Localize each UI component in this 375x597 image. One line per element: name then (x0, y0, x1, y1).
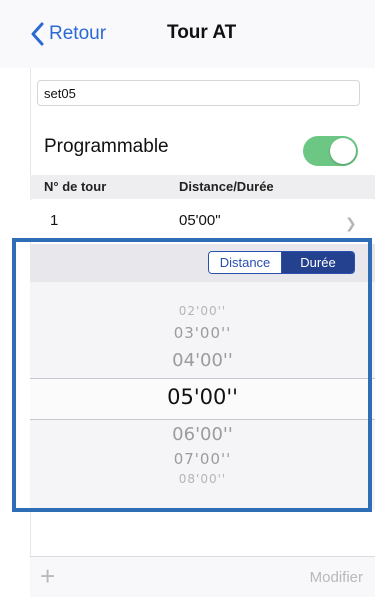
wheel-item-selected[interactable]: 05'00'' (30, 385, 375, 409)
back-button[interactable]: Retour (30, 20, 106, 48)
programmable-toggle[interactable] (303, 136, 358, 166)
column-header-lap-number: N° de tour (44, 179, 107, 194)
wheel-item[interactable]: 08'00'' (30, 472, 375, 486)
screen: Retour Tour AT Programmable N° de tour D… (0, 0, 375, 597)
chevron-right-icon: ❯ (345, 215, 357, 231)
column-header-distance-duration: Distance/Durée (179, 179, 274, 194)
segment-distance[interactable]: Distance (209, 252, 282, 273)
wheel-item[interactable]: 03'00'' (30, 324, 375, 342)
lap-number: 1 (50, 212, 59, 229)
page-title: Tour AT (167, 22, 237, 43)
navigation-bar: Retour Tour AT (0, 0, 375, 68)
duration-wheel[interactable]: 02'00'' 03'00'' 04'00'' 05'00'' 06'00'' … (30, 282, 375, 510)
wheel-item[interactable]: 06'00'' (30, 424, 375, 445)
mode-segmented-control: Distance Durée (208, 251, 355, 274)
picker-toolbar: Distance Durée (30, 244, 375, 282)
programmable-label: Programmable (44, 136, 169, 157)
back-button-label: Retour (49, 23, 107, 44)
plus-icon[interactable]: + (40, 563, 55, 589)
wheel-item[interactable]: 07'00'' (30, 450, 375, 468)
table-header: N° de tour Distance/Durée (30, 175, 375, 199)
table-row[interactable]: 1 05'00" ❯ (30, 200, 375, 242)
workout-name-field[interactable] (37, 80, 360, 106)
modify-button[interactable]: Modifier (310, 569, 363, 586)
duration-picker-panel: Distance Durée 02'00'' 03'00'' 04'00'' 0… (30, 244, 375, 510)
toggle-knob (330, 138, 356, 164)
lap-value: 05'00" (179, 212, 221, 229)
bottom-toolbar: + Modifier (30, 556, 375, 597)
chevron-left-icon (31, 22, 44, 46)
wheel-item[interactable]: 04'00'' (30, 350, 375, 371)
wheel-item[interactable]: 02'00'' (30, 304, 375, 318)
segment-duree[interactable]: Durée (282, 252, 354, 273)
